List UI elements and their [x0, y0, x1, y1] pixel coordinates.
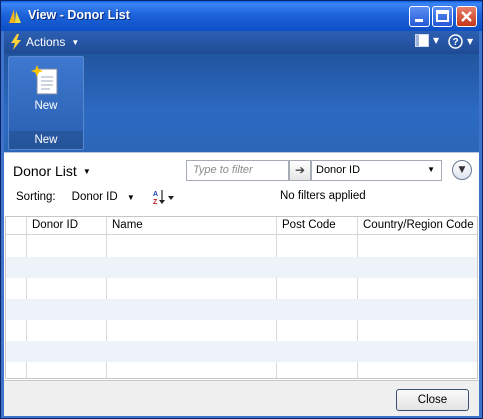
column-header-name[interactable]: Name — [112, 219, 143, 231]
chevron-down-icon: ▼ — [427, 165, 435, 174]
close-icon — [461, 11, 472, 22]
table-row[interactable] — [6, 257, 477, 278]
layout-icon — [415, 34, 429, 47]
ribbon-group-label: New — [9, 131, 83, 149]
chevron-down-icon: ▼ — [433, 36, 440, 45]
sorting-row: Sorting: Donor ID ▼ A Z — [16, 189, 175, 206]
maximize-button[interactable] — [432, 6, 453, 27]
close-button[interactable]: Close — [396, 389, 469, 411]
help-menu[interactable]: ? ▼ — [448, 34, 473, 49]
list-title-menu[interactable]: Donor List ▼ — [13, 163, 91, 179]
table-row[interactable] — [6, 299, 477, 320]
window: View - Donor List Actions ▼ ▼ ? ▼ New Ne… — [0, 0, 483, 419]
donor-grid: Donor ID Name Post Code Country/Region C… — [5, 216, 478, 379]
footer-bar: Close — [4, 380, 479, 416]
new-button-label: New — [34, 100, 58, 112]
list-header: Donor List ▼ Type to filter ➔ Donor ID ▼… — [4, 152, 479, 216]
column-header-donor-id[interactable]: Donor ID — [32, 219, 78, 231]
filter-status: No filters applied — [280, 190, 366, 202]
layout-menu[interactable]: ▼ — [415, 34, 439, 47]
chevron-down-icon: ▼ — [71, 37, 80, 47]
sort-az-icon: A Z — [153, 190, 174, 206]
close-window-button[interactable] — [456, 6, 477, 27]
maximize-icon — [436, 10, 449, 22]
list-title: Donor List — [13, 163, 77, 179]
nav-logo-icon — [9, 9, 21, 23]
column-header-post-code[interactable]: Post Code — [282, 219, 336, 231]
column-header-country-region-code[interactable]: Country/Region Code — [363, 219, 474, 231]
chevron-down-icon: ▼ — [82, 166, 91, 176]
svg-text:?: ? — [452, 37, 458, 48]
window-title: View - Donor List — [28, 8, 130, 22]
svg-text:Z: Z — [153, 199, 158, 205]
help-icon: ? — [448, 34, 463, 49]
new-button[interactable]: New — [9, 57, 83, 129]
apply-filter-button[interactable]: ➔ — [289, 160, 311, 181]
client-area: Actions ▼ ▼ ? ▼ New New Donor List ▼ Typ… — [4, 31, 479, 416]
actions-label: Actions — [26, 35, 66, 49]
sorting-field-menu[interactable]: Donor ID ▼ — [72, 191, 135, 203]
new-document-icon — [31, 65, 58, 95]
table-row[interactable] — [6, 341, 477, 362]
actions-menu[interactable]: Actions ▼ — [10, 34, 79, 50]
actions-bar: Actions ▼ ▼ ? ▼ — [4, 31, 479, 54]
lightning-icon — [11, 34, 21, 50]
sorting-label: Sorting: — [16, 191, 56, 203]
filter-input[interactable]: Type to filter — [186, 160, 289, 181]
ribbon: New New — [4, 54, 479, 152]
expand-filter-button[interactable]: ▼ — [452, 160, 472, 180]
filter-field-select[interactable]: Donor ID ▼ — [311, 160, 442, 181]
filter-field-value: Donor ID — [316, 164, 361, 176]
svg-text:A: A — [153, 191, 158, 198]
sorting-value: Donor ID — [71, 191, 118, 203]
expand-icon: ▼ — [458, 165, 466, 175]
chevron-down-icon: ▼ — [467, 37, 474, 46]
arrow-right-icon: ➔ — [294, 163, 306, 177]
chevron-down-icon: ▼ — [126, 193, 135, 202]
minimize-button[interactable] — [409, 6, 430, 27]
ribbon-group-new: New New — [8, 56, 84, 150]
sort-order-button[interactable]: A Z — [153, 189, 175, 206]
title-bar[interactable]: View - Donor List — [1, 1, 482, 31]
minimize-icon — [415, 19, 423, 22]
